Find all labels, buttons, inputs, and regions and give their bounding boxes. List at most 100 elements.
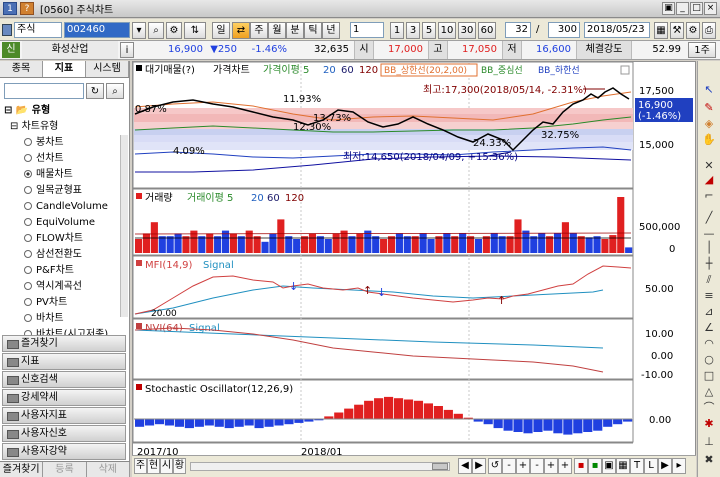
hand-icon[interactable]: ✋ [702,133,716,146]
period-day-button[interactable]: 일 [212,22,230,39]
log-toggle-button[interactable]: L [644,458,658,474]
scrollbar-thumb[interactable] [432,463,448,470]
interval-5-button[interactable]: 5 [422,22,436,39]
search-icon[interactable]: ⌕ [148,22,164,39]
marker-icon[interactable]: ◢ [702,173,716,186]
tools-icon[interactable]: ⚒ [670,22,684,39]
list-icon[interactable] [2,24,12,36]
auto-icon[interactable]: ✱ [702,417,716,430]
category-folder[interactable]: 사용자지표 [2,407,126,424]
bottom-tab-delete[interactable]: 삭제 [86,462,130,477]
radio-icon[interactable] [24,154,32,162]
channel-icon[interactable]: ⊿ [702,305,716,318]
text-tool-icon[interactable]: ⌐ [702,189,716,202]
text-toggle-button[interactable]: T [630,458,644,474]
category-folder[interactable]: 즐겨찾기 [2,335,126,352]
help-badge-icon[interactable]: ? [20,2,34,15]
scroll-current-button[interactable]: 현 [147,458,160,474]
close-icon[interactable]: × [704,2,717,15]
scroll-right-icon[interactable]: ▶ [472,458,486,474]
panel-close-icon[interactable] [620,65,630,75]
chart-type-item[interactable]: 선차트 [24,151,64,166]
radio-icon[interactable] [24,234,32,242]
unit-button[interactable]: 1주 [688,42,716,58]
period-toggle-icon[interactable]: ⇄ [232,22,250,39]
restore-icon[interactable]: ▣ [662,2,675,15]
search-icon[interactable]: ⌕ [106,83,124,99]
tree-scrollbar[interactable] [120,135,128,317]
fan-icon[interactable]: ∠ [702,321,716,334]
chart-type-item[interactable]: EquiVolume [24,215,95,230]
indicator-search-input[interactable] [4,83,84,99]
interval-1-button[interactable]: 1 [390,22,404,39]
chart-type-item[interactable]: P&F차트 [24,263,74,278]
cursor-icon[interactable]: ↖ [702,83,716,96]
radio-icon[interactable] [24,218,32,226]
eraser-icon[interactable]: ◈ [702,117,716,130]
chart-type-item[interactable]: 바차트 [24,311,64,326]
refresh-icon[interactable]: ↻ [86,83,104,99]
period-minute-button[interactable]: 분 [286,22,304,39]
category-folder[interactable]: 강세약세 [2,389,126,406]
chart-type-item[interactable]: CandleVolume [24,199,108,214]
radio-icon[interactable] [24,138,32,146]
radio-icon[interactable] [24,314,32,322]
panel-2-icon[interactable]: ▪ [588,458,602,474]
stock-code-input[interactable]: 002460 [64,22,130,38]
scroll-weekly-button[interactable]: 주 [134,458,147,474]
panel-4-icon[interactable]: ▦ [616,458,630,474]
vline-icon[interactable]: │ [702,241,716,254]
radio-icon[interactable] [24,266,32,274]
fibonacci-icon[interactable]: ≡ [702,289,716,302]
stepper-icon[interactable]: ⇅ [184,22,206,39]
chart-type-item[interactable]: 봉차트 [24,135,64,150]
triangle-icon[interactable]: △ [702,385,716,398]
more-icon[interactable]: ▸ [672,458,686,474]
tree-group[interactable]: ⊟ 차트유형 [10,119,58,134]
config-icon[interactable]: ⚙ [686,22,700,39]
cycle-icon[interactable]: ⌒ [702,401,716,414]
chart-type-item[interactable]: 역시계곡선 [24,279,82,294]
chart-type-item[interactable]: 매물차트 [24,167,73,182]
panel-1-icon[interactable]: ▪ [574,458,588,474]
grid-icon[interactable]: ▦ [654,22,668,39]
zoom-out-button[interactable]: - [502,458,516,474]
chart-area[interactable]: 대기매물(?) 가격차트 가격이평 5 20 60 120 BB_상한선(20,… [132,61,696,462]
minimize-icon[interactable]: _ [676,2,689,15]
scroll-left-icon[interactable]: ◀ [458,458,472,474]
period-month-button[interactable]: 월 [268,22,286,39]
chart-type-item[interactable]: 삼선전환도 [24,247,82,262]
period-year-button[interactable]: 년 [322,22,340,39]
print-icon[interactable]: ⎙ [702,22,716,39]
interval-30-button[interactable]: 30 [458,22,476,39]
chart-type-item[interactable]: PV차트 [24,295,67,310]
count-input[interactable]: 32 [505,22,531,38]
dropdown-icon[interactable]: ▾ [132,22,146,39]
maximize-icon[interactable]: □ [690,2,703,15]
panel-3-icon[interactable]: ▣ [602,458,616,474]
zoom-in-button[interactable]: + [516,458,530,474]
crosshair-icon[interactable]: ✕ [702,159,716,172]
radio-icon[interactable] [24,250,32,258]
arc-icon[interactable]: ◠ [702,337,716,350]
radio-icon[interactable] [24,298,32,306]
market-select[interactable]: 주식 [14,22,62,38]
interval-3-button[interactable]: 3 [406,22,420,39]
expand-button[interactable]: + [544,458,558,474]
category-folder[interactable]: 신호검색 [2,371,126,388]
tab-stocks[interactable]: 종목 [0,61,43,77]
circle-icon[interactable]: ○ [702,353,716,366]
shrink-button[interactable]: - [530,458,544,474]
radio-icon[interactable] [24,202,32,210]
total-count-input[interactable]: 300 [548,22,580,38]
category-folder[interactable]: 사용자신호 [2,425,126,442]
info-icon[interactable]: i [120,42,134,58]
scroll-market-button[interactable]: 시 [160,458,173,474]
tab-systems[interactable]: 시스템 [86,61,129,77]
rect-icon[interactable]: □ [702,369,716,382]
cross-line-icon[interactable]: ┼ [702,257,716,270]
category-folder[interactable]: 지표 [2,353,126,370]
hline-icon[interactable]: — [702,227,716,240]
parallel-icon[interactable]: ⫽ [702,273,716,286]
bottom-tab-favorites[interactable]: 즐겨찾기 [0,462,44,477]
